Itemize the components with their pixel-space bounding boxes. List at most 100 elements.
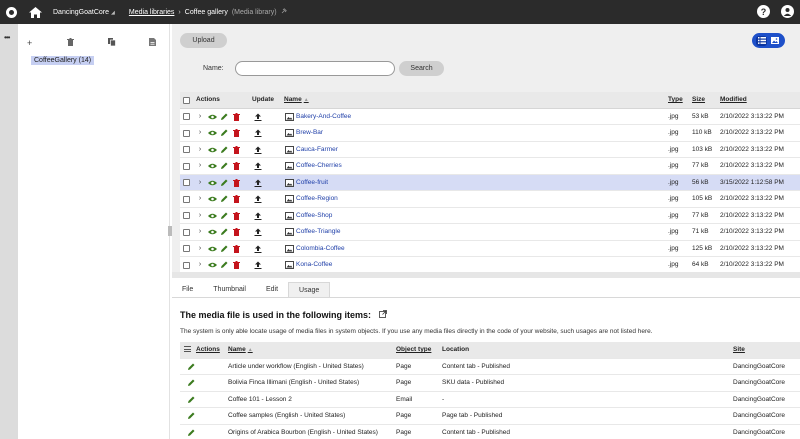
expand-chevron-icon[interactable]: › (195, 178, 205, 188)
expand-chevron-icon[interactable]: › (195, 227, 205, 237)
user-avatar-icon[interactable] (781, 5, 794, 18)
search-button[interactable]: Search (399, 61, 444, 76)
delete-trash-icon[interactable] (231, 178, 241, 188)
row-checkbox[interactable] (183, 228, 190, 236)
upload-update-icon[interactable] (253, 128, 263, 138)
file-name-link[interactable]: Coffee-fruit (296, 175, 328, 191)
file-name-link[interactable]: Coffee-Region (296, 191, 338, 207)
edit-pencil-icon[interactable] (186, 395, 196, 405)
file-name-link[interactable]: Coffee-Triangle (296, 224, 340, 240)
move-folder-icon[interactable] (149, 38, 156, 48)
usage-row[interactable]: Coffee 101 - Lesson 2 Email - DancingGoa… (180, 392, 800, 408)
home-icon[interactable] (29, 6, 43, 18)
more-menu-icon[interactable]: ••• (4, 33, 10, 42)
header-name[interactable]: Name ▲ (284, 92, 309, 108)
delete-trash-icon[interactable] (231, 227, 241, 237)
edit-pencil-icon[interactable] (219, 244, 229, 254)
header-size[interactable]: Size (692, 92, 705, 108)
delete-trash-icon[interactable] (231, 145, 241, 155)
upload-update-icon[interactable] (253, 244, 263, 254)
upload-button[interactable]: Upload (180, 33, 227, 48)
edit-pencil-icon[interactable] (219, 178, 229, 188)
upload-update-icon[interactable] (253, 112, 263, 122)
file-name-link[interactable]: Coffee-Shop (296, 208, 332, 224)
expand-chevron-icon[interactable]: › (195, 112, 205, 122)
row-checkbox[interactable] (183, 179, 190, 186)
pin-icon[interactable] (281, 8, 287, 16)
expand-chevron-icon[interactable]: › (195, 161, 205, 171)
file-row[interactable]: › Coffee-Shop .jpg 77 kB 2/10/2022 3:13:… (180, 208, 800, 224)
upload-update-icon[interactable] (253, 145, 263, 155)
column-menu-icon[interactable] (184, 346, 191, 352)
app-logo-icon[interactable] (6, 6, 17, 18)
edit-pencil-icon[interactable] (219, 211, 229, 221)
usage-row[interactable]: Origins of Arabica Bourbon (English - Un… (180, 425, 800, 439)
file-row[interactable]: › Coffee-fruit .jpg 56 kB 3/15/2022 1:12… (180, 174, 800, 191)
edit-pencil-icon[interactable] (186, 411, 196, 421)
file-row[interactable]: › Cauca-Farmer .jpg 103 kB 2/10/2022 3:1… (180, 142, 800, 158)
file-row[interactable]: › Bakery-And-Coffee .jpg 53 kB 2/10/2022… (180, 109, 800, 125)
expand-chevron-icon[interactable]: › (195, 194, 205, 204)
view-eye-icon[interactable] (207, 211, 217, 221)
view-eye-icon[interactable] (207, 194, 217, 204)
usage-header-name[interactable]: Name ▲ (228, 342, 253, 358)
view-eye-icon[interactable] (207, 227, 217, 237)
list-view-icon[interactable] (756, 35, 768, 46)
usage-header-actions[interactable]: Actions (196, 342, 220, 358)
delete-trash-icon[interactable] (231, 128, 241, 138)
edit-pencil-icon[interactable] (219, 161, 229, 171)
usage-row[interactable]: Article under workflow (English - United… (180, 359, 800, 375)
tab-file[interactable]: File (172, 282, 203, 298)
upload-update-icon[interactable] (253, 194, 263, 204)
edit-pencil-icon[interactable] (219, 260, 229, 270)
help-icon[interactable]: ? (757, 5, 770, 18)
file-name-link[interactable]: Brew-Bar (296, 125, 323, 141)
delete-trash-icon[interactable] (231, 161, 241, 171)
file-name-link[interactable]: Colombia-Coffee (296, 241, 345, 257)
file-row[interactable]: › Brew-Bar .jpg 110 kB 2/10/2022 3:13:22… (180, 125, 800, 142)
row-checkbox[interactable] (183, 195, 190, 203)
upload-update-icon[interactable] (253, 161, 263, 171)
select-all-checkbox[interactable] (183, 96, 190, 104)
edit-pencil-icon[interactable] (219, 194, 229, 204)
tree-node-coffeegallery[interactable]: CoffeeGallery (14) (31, 56, 95, 65)
tab-usage[interactable]: Usage (288, 282, 331, 298)
edit-pencil-icon[interactable] (186, 428, 196, 438)
row-checkbox[interactable] (183, 162, 190, 170)
usage-header-object-type[interactable]: Object type (396, 342, 431, 358)
usage-header-site[interactable]: Site (733, 342, 745, 358)
delete-folder-icon[interactable] (67, 38, 74, 48)
file-name-link[interactable]: Cauca-Farmer (296, 142, 338, 158)
edit-pencil-icon[interactable] (219, 145, 229, 155)
expand-chevron-icon[interactable]: › (195, 260, 205, 270)
view-eye-icon[interactable] (207, 161, 217, 171)
file-name-link[interactable]: Kona-Coffee (296, 257, 332, 273)
horizontal-splitter[interactable] (172, 272, 800, 278)
edit-pencil-icon[interactable] (219, 112, 229, 122)
row-checkbox[interactable] (183, 245, 190, 252)
row-checkbox[interactable] (183, 113, 190, 120)
delete-trash-icon[interactable] (231, 260, 241, 270)
add-folder-icon[interactable]: + (27, 38, 32, 48)
file-name-link[interactable]: Bakery-And-Coffee (296, 109, 351, 125)
view-eye-icon[interactable] (207, 244, 217, 254)
usage-row[interactable]: Bolivia Finca Illimani (English - United… (180, 375, 800, 392)
upload-update-icon[interactable] (253, 178, 263, 188)
row-checkbox[interactable] (183, 212, 190, 219)
row-checkbox[interactable] (183, 261, 190, 269)
upload-update-icon[interactable] (253, 260, 263, 270)
view-eye-icon[interactable] (207, 178, 217, 188)
delete-trash-icon[interactable] (231, 194, 241, 204)
breadcrumb-media-libraries[interactable]: Media libraries (129, 9, 175, 16)
file-row[interactable]: › Coffee-Region .jpg 105 kB 2/10/2022 3:… (180, 191, 800, 208)
name-filter-input[interactable] (235, 61, 395, 76)
expand-chevron-icon[interactable]: › (195, 211, 205, 221)
header-modified[interactable]: Modified (720, 92, 747, 108)
tab-edit[interactable]: Edit (256, 282, 288, 298)
header-type[interactable]: Type (668, 92, 683, 108)
delete-trash-icon[interactable] (231, 211, 241, 221)
file-row[interactable]: › Coffee-Cherries .jpg 77 kB 2/10/2022 3… (180, 158, 800, 175)
edit-pencil-icon[interactable] (219, 227, 229, 237)
view-eye-icon[interactable] (207, 112, 217, 122)
edit-pencil-icon[interactable] (186, 362, 196, 372)
